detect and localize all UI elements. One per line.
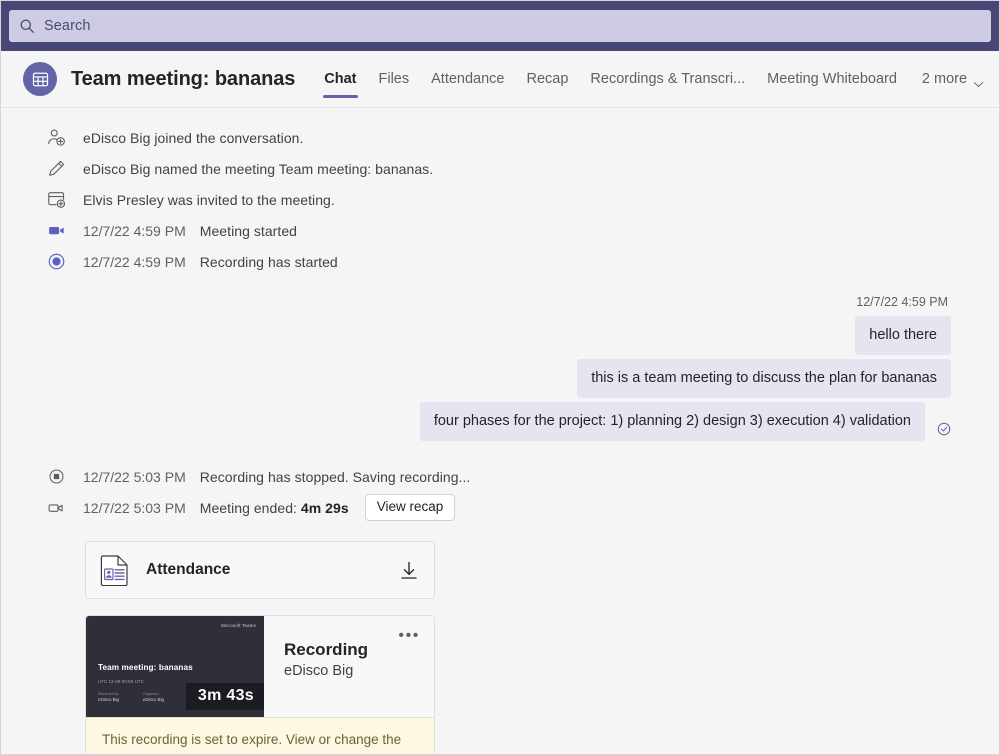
system-message-time: 12/7/22 4:59 PM: [83, 223, 186, 239]
tab-meeting-whiteboard[interactable]: Meeting Whiteboard: [756, 51, 908, 107]
system-message-text: eDisco Big named the meeting Team meetin…: [83, 161, 433, 177]
view-recap-button[interactable]: View recap: [365, 494, 456, 522]
record-circle-icon: [45, 251, 67, 273]
recording-duration-badge: 3m 43s: [186, 683, 264, 710]
message-bubble[interactable]: four phases for the project: 1) planning…: [420, 402, 925, 441]
teams-window: Search Team meeting: bananas Chat Files …: [0, 0, 1000, 755]
check-circle-icon: [937, 422, 951, 436]
system-message-meeting-ended: 12/7/22 5:03 PM Meeting ended: 4m 29s Vi…: [1, 492, 999, 523]
message-row: this is a team meeting to discuss the pl…: [577, 359, 951, 402]
tab-recap[interactable]: Recap: [516, 51, 580, 107]
tab-attendance-label: Attendance: [431, 71, 504, 87]
thumbnail-meta-item: Organizer eDisco Big: [143, 692, 164, 704]
tab-bar: Chat Files Attendance Recap Recordings &…: [313, 51, 995, 107]
system-message-recording-stopped: 12/7/22 5:03 PM Recording has stopped. S…: [1, 461, 999, 492]
thumbnail-meta-value: eDisco Big: [98, 697, 119, 704]
system-message-invited: Elvis Presley was invited to the meeting…: [1, 184, 999, 215]
tab-meeting-whiteboard-label: Meeting Whiteboard: [767, 71, 897, 87]
system-message-renamed: eDisco Big named the meeting Team meetin…: [1, 153, 999, 184]
system-message-time: 12/7/22 5:03 PM: [83, 469, 186, 485]
search-icon: [19, 18, 35, 34]
message-row: four phases for the project: 1) planning…: [420, 402, 951, 445]
meeting-ended-text: Meeting ended: 4m 29s: [200, 500, 349, 516]
tab-more-menu[interactable]: 2 more: [908, 51, 995, 107]
expiration-banner: This recording is set to expire. View or…: [86, 717, 434, 755]
tab-recordings-transcripts-label: Recordings & Transcri...: [590, 71, 745, 87]
thumbnail-title: Team meeting: bananas: [98, 663, 193, 672]
attendance-card-label: Attendance: [146, 561, 400, 579]
recording-card-top: Microsoft Teams Team meeting: bananas UT…: [86, 616, 434, 717]
tab-files[interactable]: Files: [368, 51, 421, 107]
person-add-icon: [45, 127, 67, 149]
system-message-time: 12/7/22 4:59 PM: [83, 254, 186, 270]
expiration-text-before: This recording is set to expire. View or…: [102, 732, 401, 755]
system-message-text: Recording has stopped. Saving recording.…: [200, 469, 471, 485]
tab-recap-label: Recap: [527, 71, 569, 87]
system-message-text: Meeting started: [200, 223, 297, 239]
thumbnail-brand: Microsoft Teams: [221, 623, 256, 628]
tab-attendance[interactable]: Attendance: [420, 51, 515, 107]
chevron-down-icon: [973, 76, 984, 83]
recording-thumbnail[interactable]: Microsoft Teams Team meeting: bananas UT…: [86, 616, 264, 717]
message-row: hello there: [855, 316, 951, 359]
cards-area: Attendance Microsoft Teams Team meeting:…: [1, 541, 999, 755]
conversation-pane: eDisco Big joined the conversation. eDis…: [1, 108, 999, 755]
title-bar: Search: [1, 1, 999, 51]
pencil-icon: [45, 158, 67, 180]
attendance-card[interactable]: Attendance: [85, 541, 435, 599]
search-input[interactable]: Search: [9, 10, 991, 42]
system-message-text: Elvis Presley was invited to the meeting…: [83, 192, 335, 208]
message-bubble[interactable]: hello there: [855, 316, 951, 355]
page-title: Team meeting: bananas: [71, 68, 295, 91]
thumbnail-meta-item: Recorded by eDisco Big: [98, 692, 119, 704]
attendance-report-icon: [100, 554, 130, 586]
system-message-text: eDisco Big joined the conversation.: [83, 130, 303, 146]
tab-more-label: 2 more: [922, 71, 967, 87]
recording-card-details: Recording eDisco Big •••: [264, 616, 434, 717]
tab-chat-label: Chat: [324, 71, 356, 87]
system-message-time: 12/7/22 5:03 PM: [83, 500, 186, 516]
thumbnail-meta-value: eDisco Big: [143, 697, 164, 704]
system-message-text: Recording has started: [200, 254, 338, 270]
recording-author: eDisco Big: [284, 663, 434, 679]
video-camera-filled-icon: [45, 220, 67, 242]
stop-record-icon: [45, 466, 67, 488]
download-icon[interactable]: [400, 561, 418, 580]
message-timestamp: 12/7/22 4:59 PM: [856, 295, 948, 309]
message-group-own: 12/7/22 4:59 PM hello there this is a te…: [1, 295, 951, 445]
recording-card[interactable]: Microsoft Teams Team meeting: bananas UT…: [85, 615, 435, 755]
tab-files-label: Files: [379, 71, 410, 87]
thumbnail-meta: Recorded by eDisco Big Organizer eDisco …: [98, 692, 164, 704]
message-bubble[interactable]: this is a team meeting to discuss the pl…: [577, 359, 951, 398]
thumbnail-subtitle: UTC 12-08-00:59 UTC: [98, 679, 144, 684]
calendar-add-icon: [45, 189, 67, 211]
system-message-recording-started: 12/7/22 4:59 PM Recording has started: [1, 246, 999, 277]
meeting-header: Team meeting: bananas Chat Files Attenda…: [1, 51, 999, 108]
tab-chat[interactable]: Chat: [313, 51, 367, 107]
tab-recordings-transcripts[interactable]: Recordings & Transcri...: [579, 51, 756, 107]
meeting-ended-label: Meeting ended:: [200, 500, 301, 516]
system-message-meeting-started: 12/7/22 4:59 PM Meeting started: [1, 215, 999, 246]
calendar-icon: [23, 62, 57, 96]
system-message-joined: eDisco Big joined the conversation.: [1, 122, 999, 153]
video-camera-outline-icon: [45, 497, 67, 519]
meeting-duration: 4m 29s: [301, 500, 349, 516]
search-placeholder: Search: [44, 18, 91, 34]
more-horizontal-icon[interactable]: •••: [398, 628, 420, 644]
